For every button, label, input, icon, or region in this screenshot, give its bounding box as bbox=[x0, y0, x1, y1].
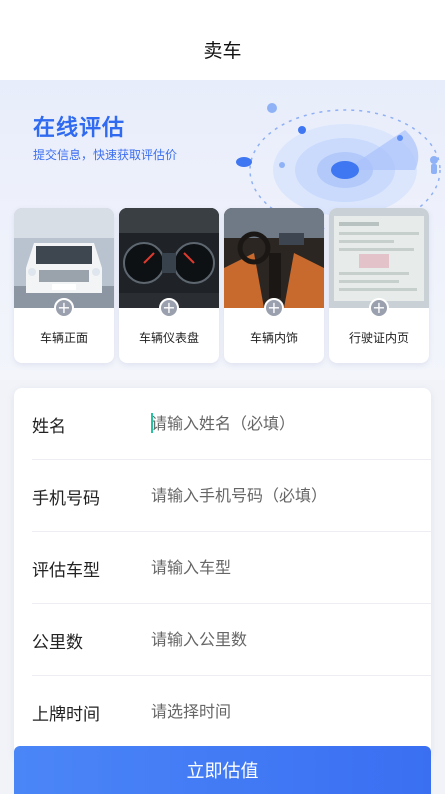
photo-label: 车辆内饰 bbox=[249, 331, 298, 345]
field-label: 评估车型 bbox=[32, 561, 100, 581]
photo-card-dashboard[interactable]: + 车辆仪表盘 bbox=[119, 208, 219, 363]
name-input[interactable] bbox=[151, 410, 411, 436]
add-photo-icon[interactable]: + bbox=[369, 298, 389, 318]
photo-upload-cards: + 车辆正面 + 车辆仪表盘 + 车辆内饰 + 行驶证内页 bbox=[14, 208, 431, 363]
form-row-registration-date: 上牌时间 bbox=[14, 676, 431, 748]
banner-subtitle: 提交信息，快速获取评估价 bbox=[33, 148, 178, 162]
field-label: 手机号码 bbox=[32, 489, 100, 509]
photo-label: 行驶证内页 bbox=[348, 331, 409, 345]
form-row-mileage: 公里数 bbox=[14, 604, 431, 676]
vehicle-license-photo bbox=[329, 208, 429, 308]
field-label: 上牌时间 bbox=[32, 705, 100, 725]
car-interior-photo bbox=[224, 208, 324, 308]
photo-card-license[interactable]: + 行驶证内页 bbox=[329, 208, 429, 363]
registration-date-picker[interactable] bbox=[151, 698, 411, 724]
photo-label: 车辆正面 bbox=[39, 331, 88, 345]
car-dashboard-photo bbox=[119, 208, 219, 308]
add-photo-icon[interactable]: + bbox=[264, 298, 284, 318]
photo-card-interior[interactable]: + 车辆内饰 bbox=[224, 208, 324, 363]
phone-input[interactable] bbox=[151, 482, 411, 508]
field-label: 公里数 bbox=[32, 633, 83, 653]
field-label: 姓名 bbox=[32, 417, 66, 437]
add-photo-icon[interactable]: + bbox=[159, 298, 179, 318]
car-model-input[interactable] bbox=[151, 554, 411, 580]
photo-label: 车辆仪表盘 bbox=[138, 331, 199, 345]
add-photo-icon[interactable]: + bbox=[54, 298, 74, 318]
banner-title: 在线评估 bbox=[33, 116, 126, 141]
mileage-input[interactable] bbox=[151, 626, 411, 652]
car-front-photo bbox=[14, 208, 114, 308]
evaluation-form: 姓名 手机号码 评估车型 公里数 上牌时间 bbox=[14, 388, 431, 758]
navigation-bar: 卖车 bbox=[0, 0, 445, 80]
form-row-model: 评估车型 bbox=[14, 532, 431, 604]
photo-card-front[interactable]: + 车辆正面 bbox=[14, 208, 114, 363]
evaluate-now-button[interactable]: 立即估值 bbox=[14, 746, 431, 794]
page-title: 卖车 bbox=[203, 40, 242, 62]
form-row-phone: 手机号码 bbox=[14, 460, 431, 532]
form-row-name: 姓名 bbox=[14, 388, 431, 460]
text-cursor bbox=[151, 413, 153, 433]
